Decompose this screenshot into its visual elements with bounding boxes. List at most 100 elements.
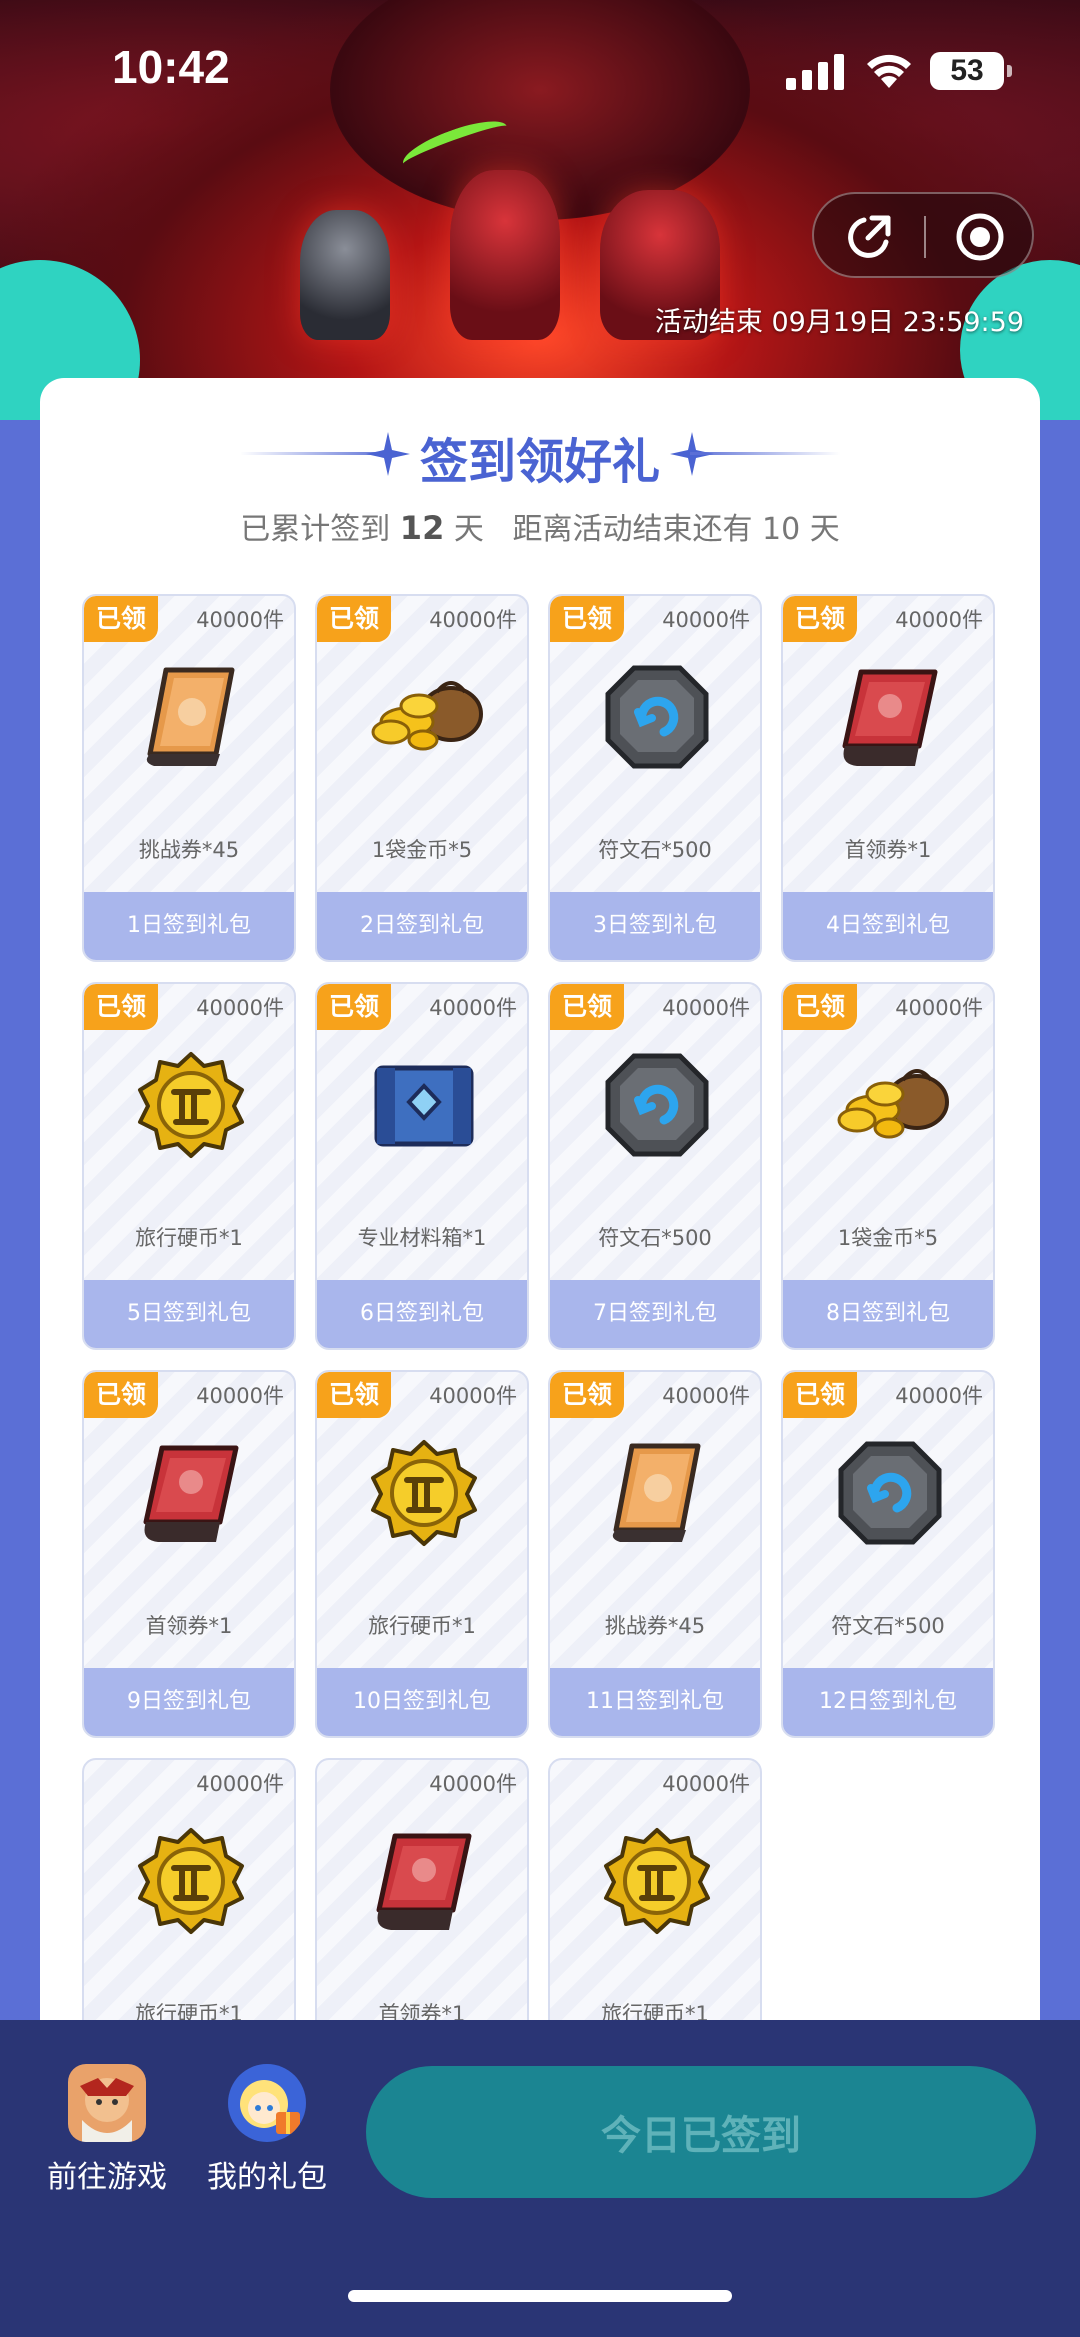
- gift-day-label: 6日签到礼包: [317, 1280, 527, 1348]
- challenge-ticket-icon: [602, 1438, 712, 1548]
- gift-stock: 40000件: [429, 1772, 517, 1796]
- claimed-badge: 已领: [84, 1372, 158, 1418]
- gift-stock: 40000件: [196, 608, 284, 632]
- gold-coin-bag-icon: [823, 1050, 949, 1160]
- claimed-badge: 已领: [550, 1372, 624, 1418]
- claimed-badge: 已领: [84, 984, 158, 1030]
- gift-name: 符文石*500: [598, 1226, 712, 1250]
- gift-stock: 40000件: [662, 608, 750, 632]
- claimed-badge: 已领: [550, 596, 624, 642]
- gift-day-label: 2日签到礼包: [317, 892, 527, 960]
- gift-name: 1袋金币*5: [837, 1226, 939, 1250]
- summary-prefix: 已累计签到: [240, 512, 391, 547]
- gift-name: 挑战券*45: [138, 838, 240, 862]
- summary-days-unit: 天: [453, 512, 484, 547]
- claimed-badge: 已领: [317, 984, 391, 1030]
- capsule-divider: [924, 216, 926, 258]
- wifi-icon: [867, 54, 911, 88]
- gift-day-label: 7日签到礼包: [550, 1280, 760, 1348]
- gift-card[interactable]: 已领 40000件首领券*1 4日签到礼包: [781, 594, 995, 962]
- gift-card[interactable]: 已领 40000件 1袋金币*5 8日签到礼包: [781, 982, 995, 1350]
- gift-card[interactable]: 已领 40000件挑战券*45 11日签到礼包: [548, 1370, 762, 1738]
- travel-coin-icon: [136, 1826, 246, 1936]
- share-icon[interactable]: [842, 210, 896, 264]
- gift-stock: 40000件: [895, 608, 983, 632]
- claimed-badge: 已领: [317, 1372, 391, 1418]
- gift-day-label: 1日签到礼包: [84, 892, 294, 960]
- gift-name: 1袋金币*5: [371, 838, 473, 862]
- claimed-badge: 已领: [783, 596, 857, 642]
- travel-coin-icon: [602, 1826, 712, 1936]
- gift-day-label: 11日签到礼包: [550, 1668, 760, 1736]
- go-to-game-button[interactable]: 前往游戏: [42, 2064, 172, 2196]
- rune-stone-icon: [835, 1438, 945, 1548]
- travel-coin-icon: [136, 1050, 246, 1160]
- gift-mascot-icon: [228, 2064, 306, 2142]
- gift-stock: 40000件: [429, 1384, 517, 1408]
- gift-card[interactable]: 已领 40000件符文石*500 3日签到礼包: [548, 594, 762, 962]
- title-decoration-line: [690, 452, 840, 455]
- claimed-badge: 已领: [783, 984, 857, 1030]
- gift-card[interactable]: 已领 40000件 1袋金币*5 2日签到礼包: [315, 594, 529, 962]
- gift-name: 专业材料箱*1: [357, 1226, 487, 1250]
- gift-card[interactable]: 已领 40000件 符文石*500 12日签到礼包: [781, 1370, 995, 1738]
- gift-stock: 40000件: [662, 1384, 750, 1408]
- home-indicator[interactable]: [348, 2290, 732, 2302]
- status-time: 10:42: [112, 41, 230, 93]
- gift-name: 旅行硬币*1: [135, 1226, 243, 1250]
- battery-icon: 53: [930, 52, 1012, 90]
- gift-stock: 40000件: [662, 996, 750, 1020]
- gift-card[interactable]: 已领 40000件专业材料箱*1 6日签到礼包: [315, 982, 529, 1350]
- gift-grid: 已领 40000件 挑战券*45 1日签到礼包 已领 40000件 1袋金币*5 2日签到礼包…: [82, 594, 1002, 2126]
- gift-card[interactable]: 已领 40000件 符文石*500 7日签到礼包: [548, 982, 762, 1350]
- gift-name: 符文石*500: [831, 1614, 945, 1638]
- gift-stock: 40000件: [895, 996, 983, 1020]
- signed-days-count: 12: [399, 509, 445, 547]
- gift-name: 首领券*1: [844, 838, 932, 862]
- signal-icon: [786, 54, 844, 90]
- gift-day-label: 12日签到礼包: [783, 1668, 993, 1736]
- gift-stock: 40000件: [196, 996, 284, 1020]
- gift-stock: 40000件: [196, 1772, 284, 1796]
- gift-card[interactable]: 已领 40000件旅行硬币*1 5日签到礼包: [82, 982, 296, 1350]
- days-remaining: 距离活动结束还有 10 天: [512, 512, 840, 547]
- signed-in-today-button[interactable]: 今日已签到: [366, 2066, 1036, 2198]
- gift-stock: 40000件: [895, 1384, 983, 1408]
- claimed-badge: 已领: [84, 596, 158, 642]
- material-chest-icon: [369, 1050, 479, 1160]
- boss-ticket-icon: [835, 662, 945, 772]
- boss-ticket-icon: [136, 1438, 246, 1548]
- gift-day-label: 4日签到礼包: [783, 892, 993, 960]
- gift-stock: 40000件: [662, 1772, 750, 1796]
- gift-card[interactable]: 已领 40000件首领券*1 9日签到礼包: [82, 1370, 296, 1738]
- gift-day-label: 8日签到礼包: [783, 1280, 993, 1348]
- activity-deadline: 活动结束 09月19日 23:59:59: [654, 307, 1024, 338]
- rune-stone-icon: [602, 1050, 712, 1160]
- banner-knight-figure: [300, 210, 390, 340]
- gold-coin-bag-icon: [357, 662, 483, 772]
- gift-stock: 40000件: [429, 608, 517, 632]
- rune-stone-icon: [602, 662, 712, 772]
- gift-stock: 40000件: [429, 996, 517, 1020]
- travel-coin-icon: [369, 1438, 479, 1548]
- boss-ticket-icon: [369, 1826, 479, 1936]
- gift-name: 首领券*1: [145, 1614, 233, 1638]
- gift-stock: 40000件: [196, 1384, 284, 1408]
- card-title: 签到领好礼: [419, 434, 660, 490]
- gift-name: 符文石*500: [598, 838, 712, 862]
- banner-red-warrior-figure: [450, 170, 560, 340]
- gift-card[interactable]: 已领 40000件 旅行硬币*1 10日签到礼包: [315, 1370, 529, 1738]
- gift-name: 挑战券*45: [604, 1614, 706, 1638]
- challenge-ticket-icon: [136, 662, 246, 772]
- my-gifts-button[interactable]: 我的礼包: [202, 2064, 332, 2196]
- miniprogram-capsule[interactable]: [812, 192, 1034, 278]
- signin-card: 签到领好礼 已累计签到 12 天 距离活动结束还有 10 天 已领 40000件挑…: [40, 378, 1040, 2126]
- gift-day-label: 5日签到礼包: [84, 1280, 294, 1348]
- gift-card[interactable]: 已领 40000件挑战券*45 1日签到礼包: [82, 594, 296, 962]
- record-icon[interactable]: [954, 211, 1006, 263]
- my-gifts-label: 我的礼包: [207, 2160, 327, 2195]
- gift-day-label: 10日签到礼包: [317, 1668, 527, 1736]
- gift-day-label: 9日签到礼包: [84, 1668, 294, 1736]
- gift-day-label: 3日签到礼包: [550, 892, 760, 960]
- signin-summary: 已累计签到 12 天 距离活动结束还有 10 天: [40, 504, 1040, 548]
